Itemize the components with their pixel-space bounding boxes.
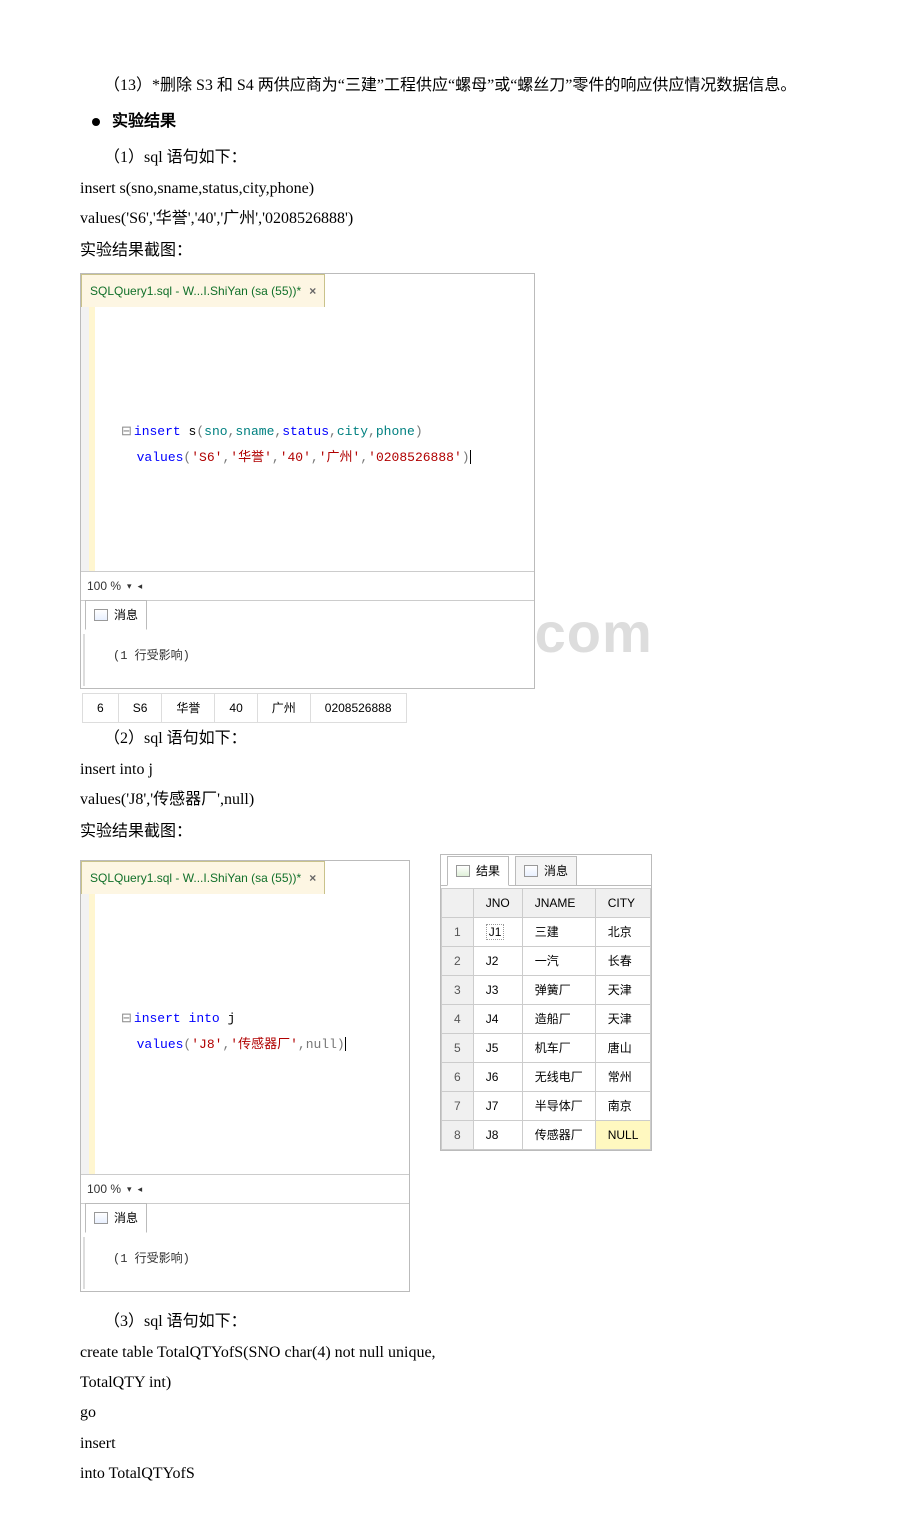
step1-sql-1: insert s(sno,sname,status,city,phone) <box>80 174 840 204</box>
bullet-icon <box>92 118 100 126</box>
scroll-left-icon[interactable]: ◂ <box>138 1180 143 1198</box>
question-13: （13）*删除 S3 和 S4 两供应商为“三建”工程供应“螺母”或“螺丝刀”零… <box>80 70 840 102</box>
step1-sql-2: values('S6','华誉','40','广州','0208526888') <box>80 204 840 234</box>
table-row: 3J3弹簧厂天津 <box>442 975 651 1004</box>
section-heading: 实验结果 <box>80 106 840 138</box>
sql-editor[interactable]: ⊟insert s(sno,sname,status,city,phone) v… <box>81 307 534 572</box>
zoom-dropdown-icon[interactable]: ▾ <box>127 577 132 595</box>
messages-tab-label: 消息 <box>544 859 568 883</box>
table-row: 6J6无线电厂常州 <box>442 1062 651 1091</box>
step2-label: （2）sql 语句如下： <box>80 723 840 755</box>
step1-label: （1）sql 语句如下： <box>80 142 840 174</box>
results-panel: 结果 消息 JNO JNAME CITY 1J1三建北京 2J2一汽长春 3J3… <box>440 854 652 1151</box>
results-grid: JNO JNAME CITY 1J1三建北京 2J2一汽长春 3J3弹簧厂天津 … <box>441 888 651 1150</box>
document-page: （13）*删除 S3 和 S4 两供应商为“三建”工程供应“螺母”或“螺丝刀”零… <box>0 0 920 1530</box>
messages-body: (1 行受影响) <box>83 634 532 686</box>
editor-tab-label: SQLQuery1.sql - W...I.ShiYan (sa (55))* <box>90 866 301 890</box>
message-icon <box>524 865 538 877</box>
messages-body: (1 行受影响) <box>83 1237 407 1289</box>
zoom-bar: 100 % ▾ ◂ <box>81 572 534 601</box>
results-tab[interactable]: 结果 <box>447 856 509 886</box>
fold-icon[interactable]: ⊟ <box>121 1011 132 1026</box>
step3-sql-2: TotalQTY int) <box>80 1368 840 1398</box>
table-row: 8J8传感器厂NULL <box>442 1120 651 1149</box>
screenshot-caption-1: 实验结果截图： <box>80 235 840 267</box>
step3-sql-1: create table TotalQTYofS(SNO char(4) not… <box>80 1338 840 1368</box>
fold-icon[interactable]: ⊟ <box>121 424 132 439</box>
messages-tab-label: 消息 <box>114 603 138 627</box>
step3-label: （3）sql 语句如下： <box>80 1306 840 1338</box>
step3-sql-3: go <box>80 1398 840 1428</box>
zoom-dropdown-icon[interactable]: ▾ <box>127 1180 132 1198</box>
screenshot-caption-2: 实验结果截图： <box>80 816 840 848</box>
step2-sql-1: insert into j <box>80 755 840 785</box>
close-icon[interactable]: × <box>309 279 316 303</box>
table-row: 4J4造船厂天津 <box>442 1004 651 1033</box>
step3-sql-5: into TotalQTYofS <box>80 1459 840 1489</box>
message-icon <box>94 1212 108 1224</box>
table-row: 1J1三建北京 <box>442 917 651 946</box>
zoom-label: 100 % <box>87 574 121 598</box>
table-row: 7J7半导体厂南京 <box>442 1091 651 1120</box>
section-title: 实验结果 <box>112 106 176 138</box>
step2-sql-2: values('J8','传感器厂',null) <box>80 785 840 815</box>
messages-tab[interactable]: 消息 <box>85 600 147 630</box>
ssms-window-2: SQLQuery1.sql - W...I.ShiYan (sa (55))* … <box>80 860 410 1292</box>
editor-tab[interactable]: SQLQuery1.sql - W...I.ShiYan (sa (55))* … <box>81 861 325 894</box>
table-row: 5J5机车厂唐山 <box>442 1033 651 1062</box>
grid-icon <box>456 865 470 877</box>
step3-sql-4: insert <box>80 1429 840 1459</box>
ssms-window-1: SQLQuery1.sql - W...I.ShiYan (sa (55))* … <box>80 273 535 689</box>
table-row: 2J2一汽长春 <box>442 946 651 975</box>
editor-tab[interactable]: SQLQuery1.sql - W...I.ShiYan (sa (55))* … <box>81 274 325 307</box>
messages-tab-label: 消息 <box>114 1206 138 1230</box>
zoom-bar: 100 % ▾ ◂ <box>81 1175 409 1204</box>
messages-tab[interactable]: 消息 <box>515 856 577 886</box>
result-row: 6 S6 华誉 40 广州 0208526888 <box>82 693 407 723</box>
results-tab-label: 结果 <box>476 859 500 883</box>
scroll-left-icon[interactable]: ◂ <box>138 577 143 595</box>
editor-tab-label: SQLQuery1.sql - W...I.ShiYan (sa (55))* <box>90 279 301 303</box>
sql-editor[interactable]: ⊟insert into j values('J8','传感器厂',null) <box>81 894 409 1175</box>
close-icon[interactable]: × <box>309 866 316 890</box>
messages-tab[interactable]: 消息 <box>85 1203 147 1233</box>
zoom-label: 100 % <box>87 1177 121 1201</box>
message-icon <box>94 609 108 621</box>
